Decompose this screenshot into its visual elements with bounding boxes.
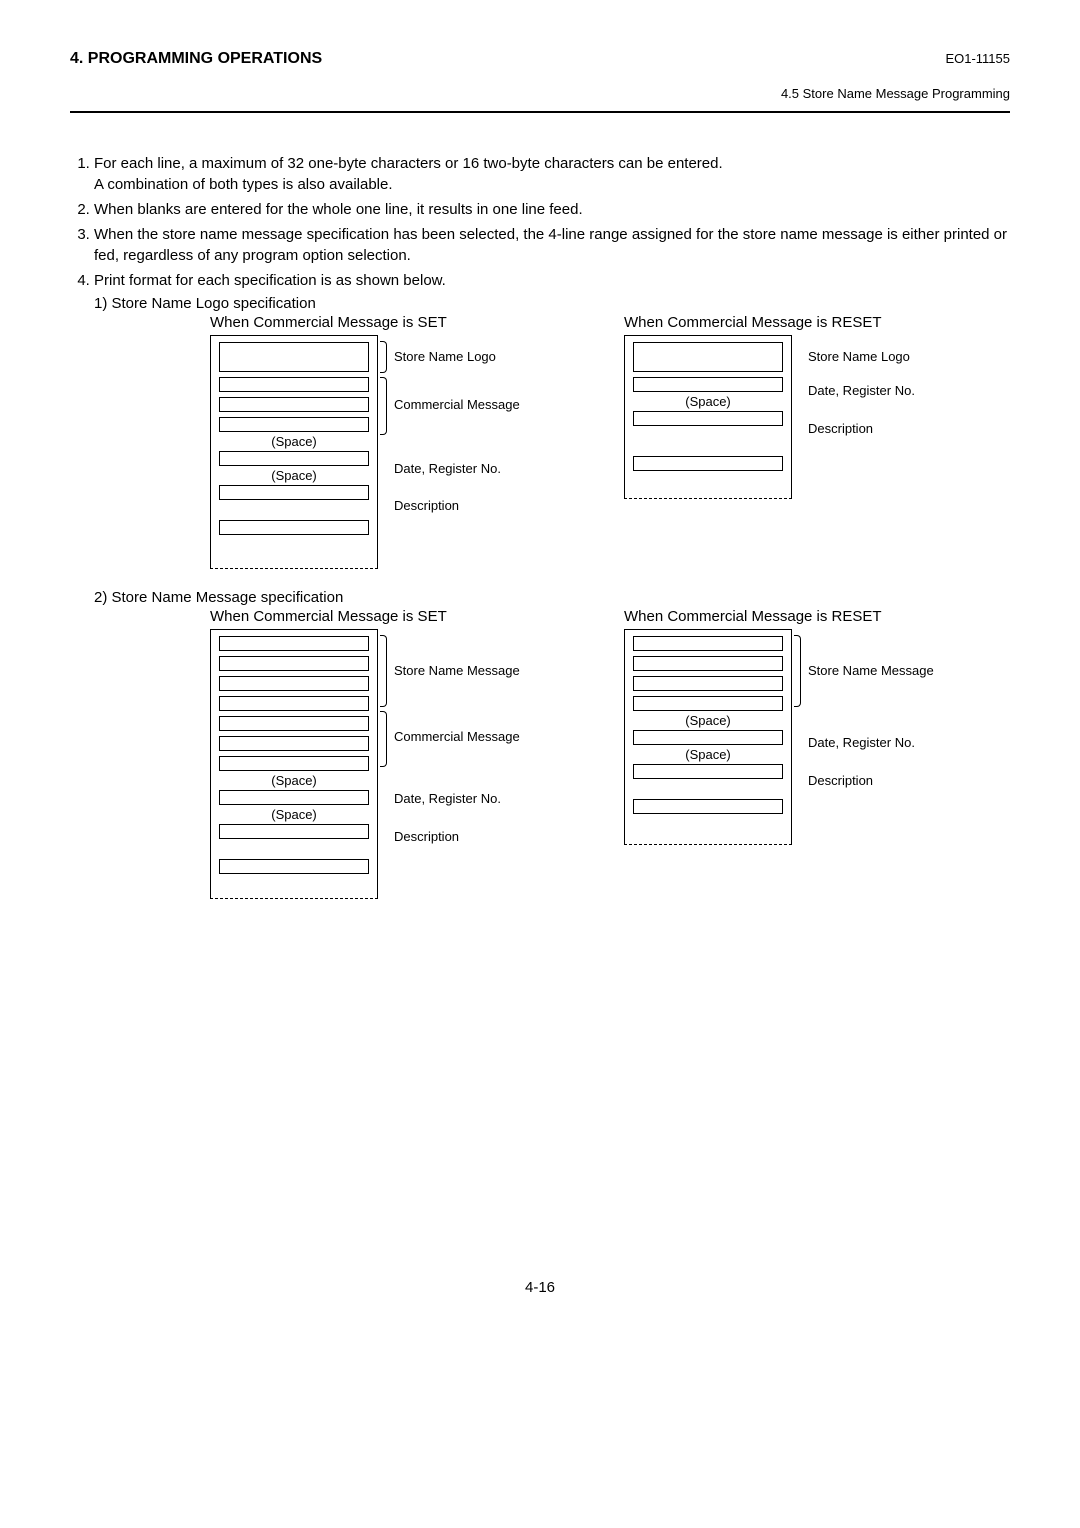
slot xyxy=(219,716,369,731)
slot xyxy=(219,824,369,839)
slot xyxy=(633,799,783,814)
annotation: Description xyxy=(394,829,459,844)
receipt-diagram: (Space) xyxy=(624,335,792,499)
slot xyxy=(219,859,369,874)
caption-reset: When Commercial Message is RESET xyxy=(624,314,1010,331)
slot xyxy=(633,377,783,392)
slot xyxy=(219,451,369,466)
slot xyxy=(219,520,369,535)
header-rule xyxy=(70,111,1010,113)
annotation-column: Store Name Logo Commercial Message Date,… xyxy=(378,335,593,569)
list-text: A combination of both types is also avai… xyxy=(94,176,393,193)
slot xyxy=(219,790,369,805)
slot xyxy=(633,636,783,651)
list-item: For each line, a maximum of 32 one-byte … xyxy=(94,153,1010,195)
annotation: Store Name Logo xyxy=(394,349,496,364)
slot xyxy=(219,485,369,500)
annotation: Description xyxy=(808,773,873,788)
document-id: EO1-11155 xyxy=(945,51,1010,66)
slot xyxy=(219,756,369,771)
spec-1-title: 1) Store Name Logo specification xyxy=(94,295,1010,312)
list-item: When the store name message specificatio… xyxy=(94,224,1010,266)
slot xyxy=(633,411,783,426)
spec-2-title: 2) Store Name Message specification xyxy=(94,589,1010,606)
annotation: Description xyxy=(394,498,459,513)
subsection-title: 4.5 Store Name Message Programming xyxy=(70,86,1010,101)
list-item: Print format for each specification is a… xyxy=(94,270,1010,291)
annotation: Store Name Logo xyxy=(808,349,910,364)
space-label: (Space) xyxy=(633,714,783,727)
slot xyxy=(633,342,783,372)
annotation-column: Store Name Logo Date, Register No. Descr… xyxy=(792,335,1007,499)
list-item: When blanks are entered for the whole on… xyxy=(94,199,1010,220)
slot xyxy=(633,730,783,745)
space-label: (Space) xyxy=(219,774,369,787)
caption-reset: When Commercial Message is RESET xyxy=(624,608,1010,625)
page-number: 4-16 xyxy=(70,1279,1010,1296)
slot xyxy=(633,456,783,471)
annotation-column: Store Name Message Commercial Message Da… xyxy=(378,629,593,899)
slot xyxy=(219,342,369,372)
section-title: 4. PROGRAMMING OPERATIONS xyxy=(70,50,322,68)
annotation: Commercial Message xyxy=(394,729,520,744)
slot xyxy=(633,676,783,691)
space-label: (Space) xyxy=(219,808,369,821)
slot xyxy=(219,696,369,711)
annotation: Store Name Message xyxy=(394,663,520,678)
slot xyxy=(219,397,369,412)
slot xyxy=(219,636,369,651)
receipt-diagram: (Space) (Space) xyxy=(210,335,378,569)
slot xyxy=(633,656,783,671)
annotation: Date, Register No. xyxy=(808,383,915,398)
space-label: (Space) xyxy=(633,748,783,761)
slot xyxy=(633,696,783,711)
slot xyxy=(219,656,369,671)
caption-set: When Commercial Message is SET xyxy=(210,314,596,331)
slot xyxy=(219,736,369,751)
receipt-diagram: (Space) (Space) xyxy=(624,629,792,845)
annotation: Description xyxy=(808,421,873,436)
slot xyxy=(633,764,783,779)
instruction-list: For each line, a maximum of 32 one-byte … xyxy=(70,153,1010,291)
list-text: For each line, a maximum of 32 one-byte … xyxy=(94,155,723,172)
space-label: (Space) xyxy=(633,395,783,408)
caption-set: When Commercial Message is SET xyxy=(210,608,596,625)
annotation: Store Name Message xyxy=(808,663,934,678)
space-label: (Space) xyxy=(219,435,369,448)
receipt-diagram: (Space) (Space) xyxy=(210,629,378,899)
annotation: Date, Register No. xyxy=(394,791,501,806)
annotation-column: Store Name Message Date, Register No. De… xyxy=(792,629,1007,845)
annotation: Commercial Message xyxy=(394,397,520,412)
slot xyxy=(219,676,369,691)
space-label: (Space) xyxy=(219,469,369,482)
annotation: Date, Register No. xyxy=(808,735,915,750)
slot xyxy=(219,377,369,392)
slot xyxy=(219,417,369,432)
annotation: Date, Register No. xyxy=(394,461,501,476)
